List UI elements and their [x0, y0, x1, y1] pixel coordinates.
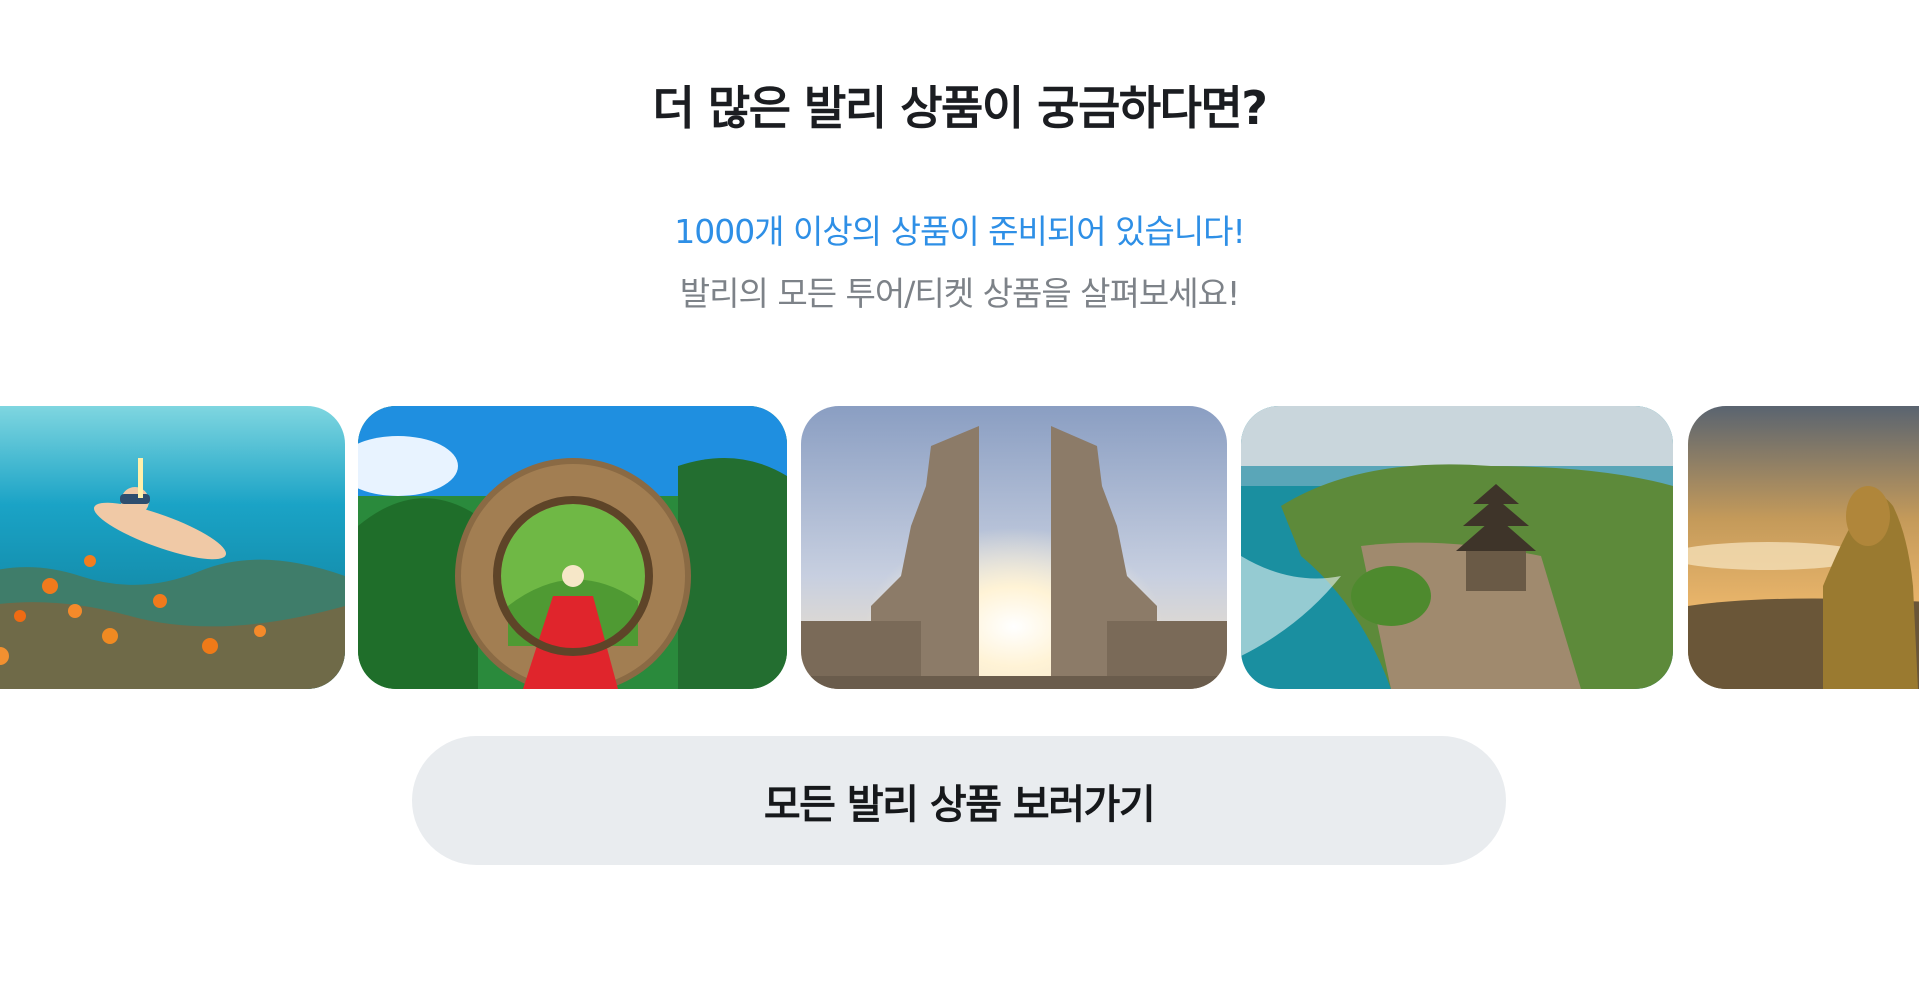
sunrise-image [1688, 406, 1919, 689]
snorkeling-image [0, 406, 345, 689]
carousel-slide-lempuyang-gate[interactable] [801, 406, 1227, 689]
carousel-slide-sunrise[interactable] [1688, 406, 1919, 689]
section-description: 발리의 모든 투어/티켓 상품을 살펴보세요! [679, 274, 1240, 313]
section-title: 더 많은 발리 상품이 궁금하다면? [652, 81, 1268, 135]
bird-nest-image [358, 406, 787, 689]
lempuyang-gate-image [801, 406, 1227, 689]
view-all-button-label: 모든 발리 상품 보러가기 [763, 781, 1156, 828]
view-all-bali-products-button[interactable]: 모든 발리 상품 보러가기 [412, 736, 1506, 865]
carousel-slide-uluwatu-temple[interactable] [1241, 406, 1673, 689]
uluwatu-temple-image [1241, 406, 1673, 689]
carousel-slide-snorkeling[interactable] [0, 406, 345, 689]
image-carousel[interactable] [0, 406, 1919, 689]
product-count-highlight: 1000개 이상의 상품이 준비되어 있습니다! [674, 212, 1246, 251]
carousel-slide-bird-nest[interactable] [358, 406, 787, 689]
bali-more-products-section: 더 많은 발리 상품이 궁금하다면? 1000개 이상의 상품이 준비되어 있습… [0, 0, 1919, 1006]
